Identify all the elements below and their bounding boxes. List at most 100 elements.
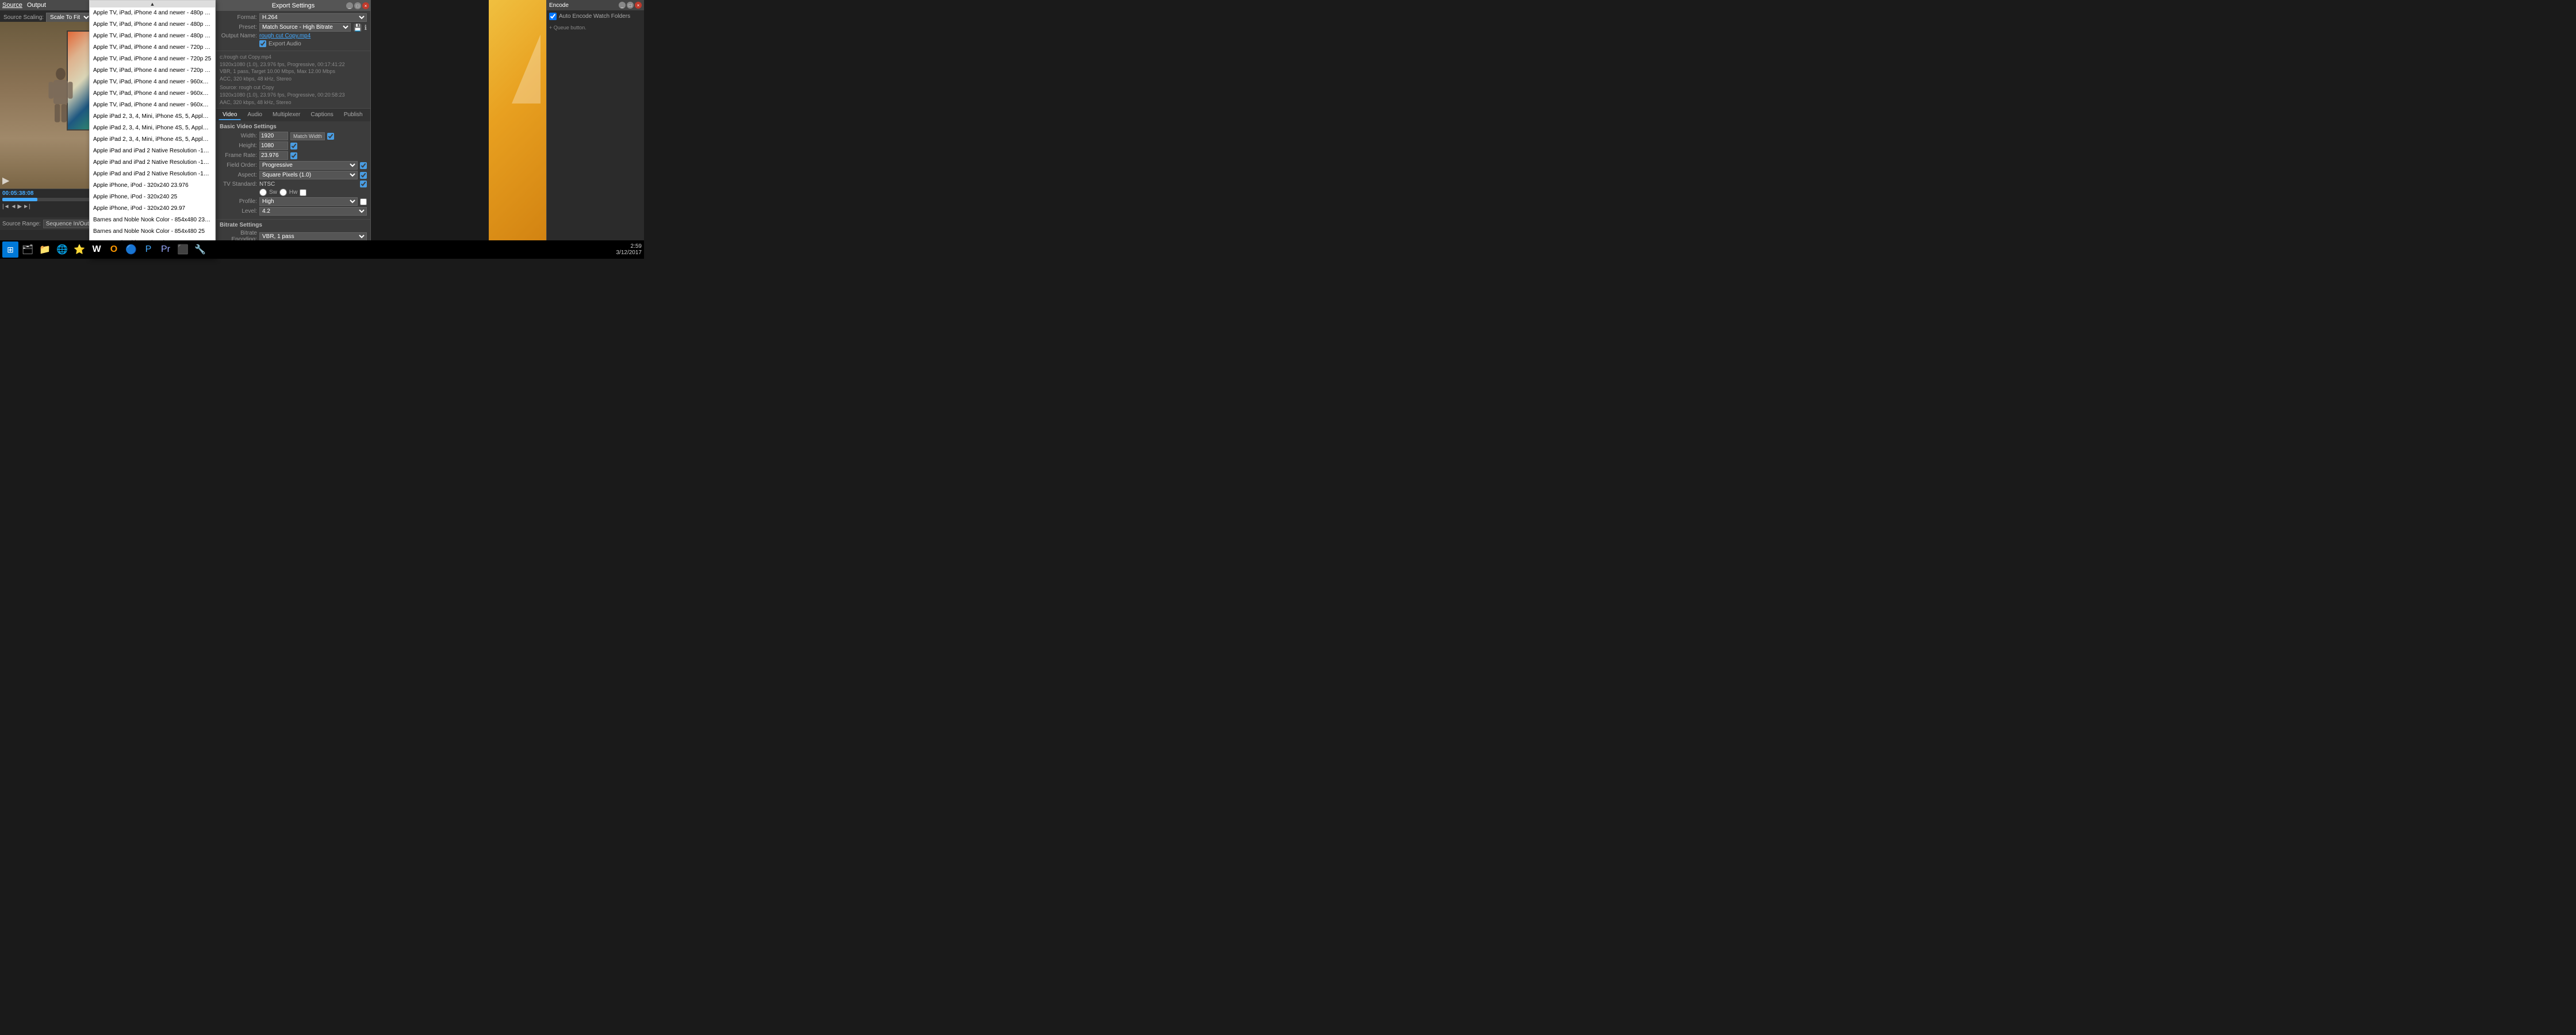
dropdown-item[interactable]: Apple iPad 2, 3, 4, Mini, iPhone 4S, 5, … [90, 134, 215, 145]
level-select[interactable]: 4.2 [259, 207, 367, 216]
watch-folders-panel: Encode _ □ × Auto Encode Watch Folders +… [546, 0, 644, 259]
tab-multiplexer[interactable]: Multiplexer [269, 110, 304, 120]
render-sw-radio[interactable] [259, 189, 267, 196]
taskbar-app-1[interactable]: ⭐ [71, 241, 87, 258]
dropdown-item[interactable]: Apple TV, iPad, iPhone 4 and newer - 480… [90, 7, 215, 19]
dropdown-item[interactable]: Barnes and Noble Nook Color - 854x480 25 [90, 226, 215, 237]
field-order-label: Field Order: [220, 162, 257, 168]
play-btn[interactable]: ▶ [17, 204, 22, 210]
dropdown-item[interactable]: Apple iPhone, iPod - 320x240 25 [90, 191, 215, 203]
output-tab[interactable]: Output [27, 2, 46, 9]
taskbar-app-2[interactable]: W [89, 241, 105, 258]
preset-select[interactable]: Match Source - High Bitrate [259, 23, 351, 32]
tab-captions[interactable]: Captions [306, 110, 337, 120]
dropdown-item[interactable]: Apple TV, iPad, iPhone 4 and newer - 720… [90, 42, 215, 53]
clock-display: 2:59 3/12/2017 [616, 243, 642, 256]
info-line-5: Source: rough cut Copy [220, 84, 367, 91]
dropdown-item[interactable]: Apple iPad and iPad 2 Native Resolution … [90, 145, 215, 157]
framerate-row: Frame Rate: [220, 151, 367, 160]
format-select[interactable]: H.264 [259, 13, 367, 22]
dropdown-item[interactable]: Apple TV, iPad, iPhone 4 and newer - 480… [90, 30, 215, 42]
aspect-checkbox[interactable] [360, 172, 367, 179]
width-input[interactable] [259, 132, 288, 140]
dropdown-item[interactable]: Apple TV, iPad, iPhone 4 and newer - 480… [90, 19, 215, 30]
field-order-checkbox[interactable] [360, 162, 367, 169]
far-right-maximize[interactable]: □ [627, 2, 634, 9]
output-filename[interactable]: rough cut Copy.mp4 [259, 33, 310, 39]
level-row: Level: 4.2 [220, 207, 367, 216]
clock-date: 3/12/2017 [616, 250, 642, 256]
minimize-btn[interactable]: _ [346, 2, 353, 9]
dropdown-item[interactable]: Apple TV, iPad, iPhone 4 and newer - 960… [90, 99, 215, 111]
taskbar-premiere[interactable]: Pr [158, 241, 174, 258]
bitrate-encoding-select[interactable]: VBR, 1 pass [259, 232, 367, 241]
tab-publish[interactable]: Publish [340, 110, 367, 120]
auto-encode-label: Auto Encode Watch Folders [559, 13, 630, 20]
taskbar-file-explorer[interactable]: 🗂 [20, 241, 36, 258]
export-audio-checkbox[interactable] [259, 40, 266, 47]
match-width-btn[interactable]: Match Width [290, 132, 325, 140]
dropdown-item[interactable]: Barnes and Noble Nook Color - 854x480 23… [90, 214, 215, 226]
preset-info-icon[interactable]: ℹ [364, 24, 367, 32]
dropdown-item[interactable]: Apple iPad 2, 3, 4, Mini, iPhone 4S, 5, … [90, 111, 215, 122]
taskbar-folder[interactable]: 📁 [37, 241, 53, 258]
preset-dropdown-list[interactable]: ▲ Apple TV, iPad, iPhone 4 and newer - 4… [89, 0, 216, 259]
save-preset-icon[interactable]: 💾 [353, 24, 362, 32]
tab-audio[interactable]: Audio [243, 110, 266, 120]
tab-video[interactable]: Video [218, 110, 241, 120]
far-right-close[interactable]: × [635, 2, 642, 9]
width-lock-checkbox[interactable] [327, 133, 334, 140]
dropdown-item[interactable]: Apple TV, iPad, iPhone 4 and newer - 720… [90, 53, 215, 65]
dropdown-item[interactable]: Apple iPhone, iPod - 320x240 29.97 [90, 203, 215, 214]
render-hw-radio[interactable] [279, 189, 287, 196]
taskbar-right: 2:59 3/12/2017 [616, 243, 642, 256]
profile-select[interactable]: High [259, 197, 358, 206]
source-tab[interactable]: Source [2, 2, 22, 9]
export-audio-row: Export Audio [220, 40, 367, 47]
close-btn[interactable]: × [362, 2, 369, 9]
hw-label: Hw [289, 189, 297, 195]
info-line-4: ACC, 320 kbps, 48 kHz, Stereo [220, 75, 367, 83]
framerate-input[interactable] [259, 151, 288, 160]
dropdown-item[interactable]: Apple TV, iPad, iPhone 4 and newer - 720… [90, 65, 215, 76]
dropdown-item[interactable]: Apple iPad and iPad 2 Native Resolution … [90, 157, 215, 168]
export-audio-label: Export Audio [269, 41, 301, 47]
far-right-minimize[interactable]: _ [619, 2, 626, 9]
taskbar-app-3[interactable]: O [106, 241, 122, 258]
info-line-2: 1920x1080 (1.0), 23.976 fps, Progressive… [220, 61, 367, 68]
start-button[interactable]: ⊞ [2, 241, 18, 258]
dropdown-item[interactable]: Apple iPad and iPad 2 Native Resolution … [90, 168, 215, 180]
info-line-1: c:/rough cut Copy.mp4 [220, 53, 367, 61]
field-order-select[interactable]: Progressive [259, 161, 358, 170]
maximize-btn[interactable]: □ [354, 2, 361, 9]
video-audio-tabs: Video Audio Multiplexer Captions Publish [216, 109, 370, 121]
profile-checkbox[interactable] [360, 198, 367, 205]
dropdown-collapse-btn[interactable]: ▲ [90, 1, 215, 7]
height-lock-checkbox[interactable] [290, 143, 297, 150]
framerate-lock-checkbox[interactable] [290, 152, 297, 159]
profile-label: Profile: [220, 198, 257, 205]
queue-hint: + Queue button. [549, 25, 642, 30]
aspect-select[interactable]: Square Pixels (1.0) [259, 171, 358, 179]
taskbar-app-4[interactable]: P [140, 241, 156, 258]
format-row: Format: H.264 [220, 13, 367, 22]
taskbar-app-6[interactable]: 🔧 [192, 241, 208, 258]
dropdown-item[interactable]: Apple TV, iPad, iPhone 4 and newer - 960… [90, 76, 215, 88]
taskbar-ie[interactable]: 🌐 [54, 241, 70, 258]
dropdown-item[interactable]: Apple iPad 2, 3, 4, Mini, iPhone 4S, 5, … [90, 122, 215, 134]
play-button-overlay[interactable]: ▶ [2, 175, 9, 186]
tv-standard-checkbox[interactable] [360, 181, 367, 187]
taskbar-chrome[interactable]: 🔵 [123, 241, 139, 258]
render-max-checkbox[interactable] [300, 189, 306, 196]
rewind-btn[interactable]: ◄ [11, 204, 17, 210]
height-input[interactable] [259, 141, 288, 150]
dropdown-item[interactable]: Apple iPhone, iPod - 320x240 23.976 [90, 180, 215, 191]
encode-title: Encode [549, 2, 569, 9]
forward-btn[interactable]: ►| [23, 204, 30, 210]
dropdown-item[interactable]: Apple TV, iPad, iPhone 4 and newer - 960… [90, 88, 215, 99]
rewind-start-btn[interactable]: |◄ [2, 204, 10, 210]
taskbar-app-5[interactable]: ⬛ [175, 241, 191, 258]
framerate-label: Frame Rate: [220, 152, 257, 159]
source-scaling-select[interactable]: Scale To Fit [46, 13, 91, 22]
auto-encode-checkbox[interactable] [549, 13, 557, 20]
